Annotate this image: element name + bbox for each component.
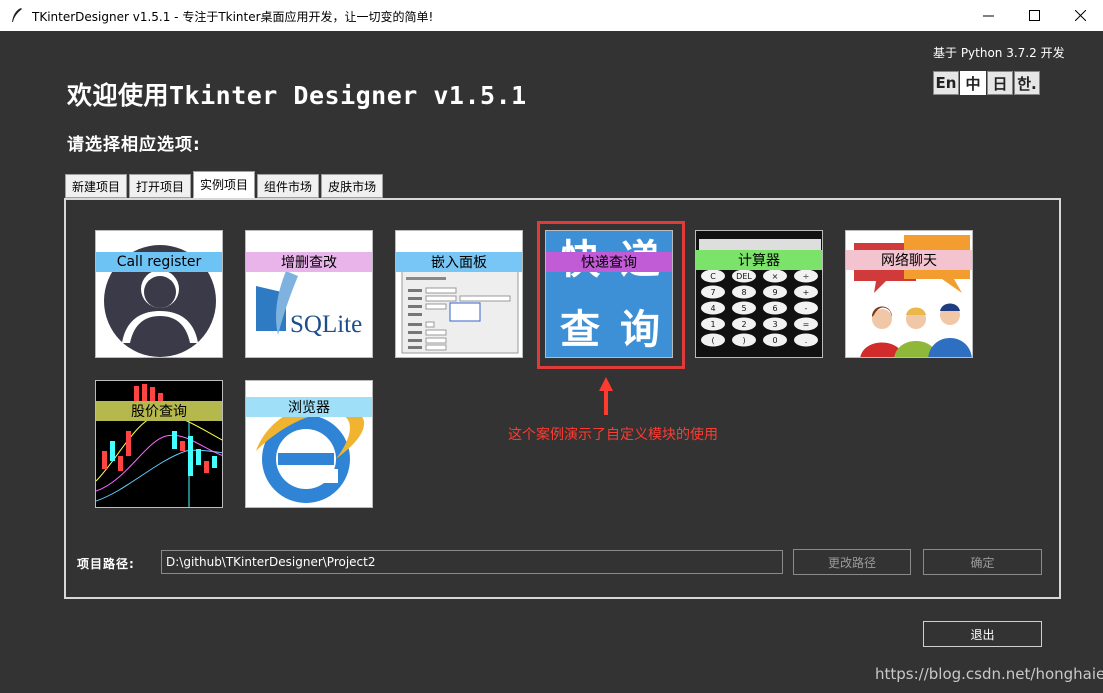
feather-icon xyxy=(12,8,22,22)
project-path-input[interactable]: D:\github\TKinterDesigner\Project2 xyxy=(161,550,783,574)
tab-skin-market[interactable]: 皮肤市场 xyxy=(321,174,384,198)
card-label: 股价查询 xyxy=(96,401,222,421)
calc-key-label: - xyxy=(805,304,808,313)
calc-key-label: 9 xyxy=(772,288,777,297)
change-path-button[interactable]: 更改路径 xyxy=(793,549,911,575)
arrow-up-icon xyxy=(599,377,613,415)
card-label: Call register xyxy=(96,252,222,272)
example-card-calculator[interactable]: C DEL × ÷ 7 8 9 +4 5 6 - 1 2 3 = () 0. 计算器 xyxy=(695,230,823,358)
example-card-embed-panel[interactable]: 嵌入面板 xyxy=(395,230,523,358)
card-label: 计算器 xyxy=(696,250,822,270)
calc-key-label: 4 xyxy=(710,304,715,313)
calc-key-label: 5 xyxy=(741,304,746,313)
close-button[interactable] xyxy=(1057,0,1103,31)
card-label: 嵌入面板 xyxy=(396,252,522,272)
tab-new-project[interactable]: 新建项目 xyxy=(65,174,128,198)
card-label: 增删查改 xyxy=(246,252,372,272)
lang-ko-button[interactable]: 한. xyxy=(1014,71,1040,95)
calc-key-label: ( xyxy=(711,336,714,345)
lang-en-button[interactable]: En xyxy=(933,71,959,95)
minimize-button[interactable] xyxy=(965,0,1011,31)
calc-key-label: = xyxy=(803,320,810,329)
card-label: 网络聊天 xyxy=(846,250,972,270)
project-tabs: 新建项目 打开项目 实例项目 组件市场 皮肤市场 xyxy=(65,171,385,198)
calc-key-label: ÷ xyxy=(803,272,810,281)
title-bar: TKinterDesigner v1.5.1 - 专注于Tkinter桌面应用开… xyxy=(0,0,1103,31)
example-card-network-chat[interactable]: 网络聊天 xyxy=(845,230,973,358)
exit-button[interactable]: 退出 xyxy=(923,621,1042,647)
annotation-text: 这个案例演示了自定义模块的使用 xyxy=(508,427,718,443)
example-card-call-register[interactable]: Call register xyxy=(95,230,223,358)
calc-key-label: 1 xyxy=(710,320,715,329)
form-screenshot-icon xyxy=(401,270,519,354)
calc-key-label: ) xyxy=(742,336,745,345)
highlight-frame xyxy=(537,221,685,369)
calc-key-label: 7 xyxy=(710,288,715,297)
calc-key-label: DEL xyxy=(736,272,752,281)
example-card-crud[interactable]: SQLite 增删查改 xyxy=(245,230,373,358)
select-option-label: 请选择相应选项: xyxy=(67,135,201,155)
sqlite-logo-text: SQLite xyxy=(290,311,362,338)
close-icon xyxy=(1074,10,1086,21)
confirm-button[interactable]: 确定 xyxy=(923,549,1042,575)
lang-zh-button[interactable]: 中 xyxy=(960,71,986,95)
language-switcher: En 中 日 한. xyxy=(933,71,1040,95)
lang-ja-button[interactable]: 日 xyxy=(987,71,1013,95)
version-note: 基于 Python 3.7.2 开发 xyxy=(933,46,1065,60)
calc-key-label: C xyxy=(710,272,716,281)
calc-key-label: 0 xyxy=(772,336,777,345)
sqlite-logo-icon: SQLite xyxy=(256,271,362,338)
tab-example-projects[interactable]: 实例项目 xyxy=(193,171,256,198)
tab-open-project[interactable]: 打开项目 xyxy=(129,174,192,198)
person-silhouette-icon xyxy=(104,245,216,357)
maximize-button[interactable] xyxy=(1011,0,1057,31)
minimize-icon xyxy=(982,15,994,17)
calc-key-label: + xyxy=(803,288,810,297)
tab-component-market[interactable]: 组件市场 xyxy=(257,174,320,198)
calc-key-label: . xyxy=(805,336,808,345)
calc-key-label: 3 xyxy=(772,320,777,329)
calc-key-label: × xyxy=(772,272,779,281)
project-path-label: 项目路径: xyxy=(77,557,135,571)
maximize-icon xyxy=(1028,10,1040,21)
watermark: https://blog.csdn.net/honghaier xyxy=(875,665,1103,683)
welcome-heading: 欢迎使用Tkinter Designer v1.5.1 xyxy=(67,81,527,110)
window-title: TKinterDesigner v1.5.1 - 专注于Tkinter桌面应用开… xyxy=(32,10,434,24)
example-card-browser[interactable]: 浏览器 xyxy=(245,380,373,508)
calc-key-label: 2 xyxy=(741,320,746,329)
card-label: 浏览器 xyxy=(246,397,372,417)
calc-key-label: 6 xyxy=(772,304,777,313)
example-card-stock-query[interactable]: 股价查询 xyxy=(95,380,223,508)
calc-key-label: 8 xyxy=(741,288,746,297)
